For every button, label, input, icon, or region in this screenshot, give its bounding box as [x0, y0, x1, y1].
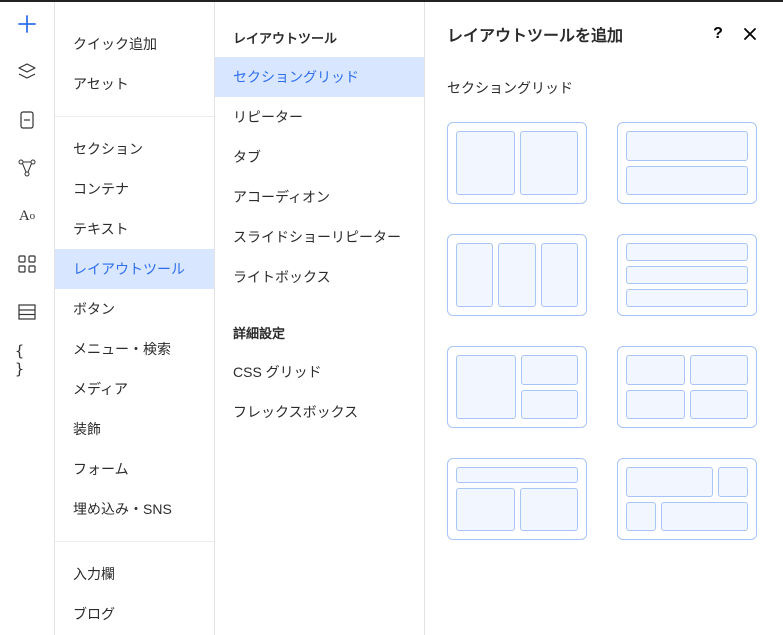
category-item[interactable]: テキスト — [55, 209, 214, 249]
help-icon[interactable]: ? — [707, 23, 729, 45]
category-item[interactable]: フォーム — [55, 449, 214, 489]
category-item[interactable]: レイアウトツール — [55, 249, 214, 289]
grid-option-2col[interactable] — [447, 122, 587, 204]
apps-icon[interactable] — [15, 252, 39, 276]
grid-option-2x2[interactable] — [617, 346, 757, 428]
category-item[interactable]: 埋め込み・SNS — [55, 489, 214, 529]
subcategory-item[interactable]: リピーター — [215, 97, 424, 137]
right-panel: レイアウトツールを追加 ? セクショングリッド — [425, 2, 783, 635]
vector-icon[interactable] — [15, 156, 39, 180]
panel-title: レイアウトツールを追加 — [447, 22, 697, 46]
text-style-icon[interactable]: Ao — [15, 204, 39, 228]
grid-option-top-split[interactable] — [447, 458, 587, 540]
braces-icon[interactable]: { } — [15, 348, 39, 372]
subcategory-menu: レイアウトツールセクショングリッドリピータータブアコーディオンスライドショーリピ… — [215, 2, 425, 635]
category-item[interactable]: 入力欄 — [55, 554, 214, 594]
subcategory-title: 詳細設定 — [215, 315, 424, 352]
subcategory-item[interactable]: セクショングリッド — [215, 57, 424, 97]
category-item[interactable]: ブログ — [55, 594, 214, 634]
category-item[interactable]: 装飾 — [55, 409, 214, 449]
category-item[interactable]: コンテナ — [55, 169, 214, 209]
category-item[interactable]: セクション — [55, 129, 214, 169]
layers-icon[interactable] — [15, 60, 39, 84]
subcategory-item[interactable]: ライトボックス — [215, 257, 424, 297]
category-item[interactable]: メディア — [55, 369, 214, 409]
page-icon[interactable] — [15, 108, 39, 132]
subcategory-item[interactable]: スライドショーリピーター — [215, 217, 424, 257]
grid-option-2row[interactable] — [617, 122, 757, 204]
subcategory-item[interactable]: アコーディオン — [215, 177, 424, 217]
subcategory-item[interactable]: フレックスボックス — [215, 392, 424, 432]
category-item[interactable]: クイック追加 — [55, 24, 214, 64]
category-item[interactable]: アセット — [55, 64, 214, 104]
icon-rail: Ao { } — [0, 2, 55, 635]
category-item[interactable]: ボタン — [55, 289, 214, 329]
grid-option-3col[interactable] — [447, 234, 587, 316]
grid-option-left-stack[interactable] — [447, 346, 587, 428]
table-icon[interactable] — [15, 300, 39, 324]
add-icon[interactable] — [15, 12, 39, 36]
grid-option-mixed[interactable] — [617, 458, 757, 540]
layout-grid-options — [425, 106, 783, 556]
panel-subtitle: セクショングリッド — [425, 46, 783, 106]
category-menu: クイック追加アセットセクションコンテナテキストレイアウトツールボタンメニュー・検… — [55, 2, 215, 635]
category-item[interactable]: メニュー・検索 — [55, 329, 214, 369]
subcategory-item[interactable]: CSS グリッド — [215, 352, 424, 392]
grid-option-3row[interactable] — [617, 234, 757, 316]
subcategory-title: レイアウトツール — [215, 20, 424, 57]
subcategory-item[interactable]: タブ — [215, 137, 424, 177]
close-icon[interactable] — [739, 23, 761, 45]
